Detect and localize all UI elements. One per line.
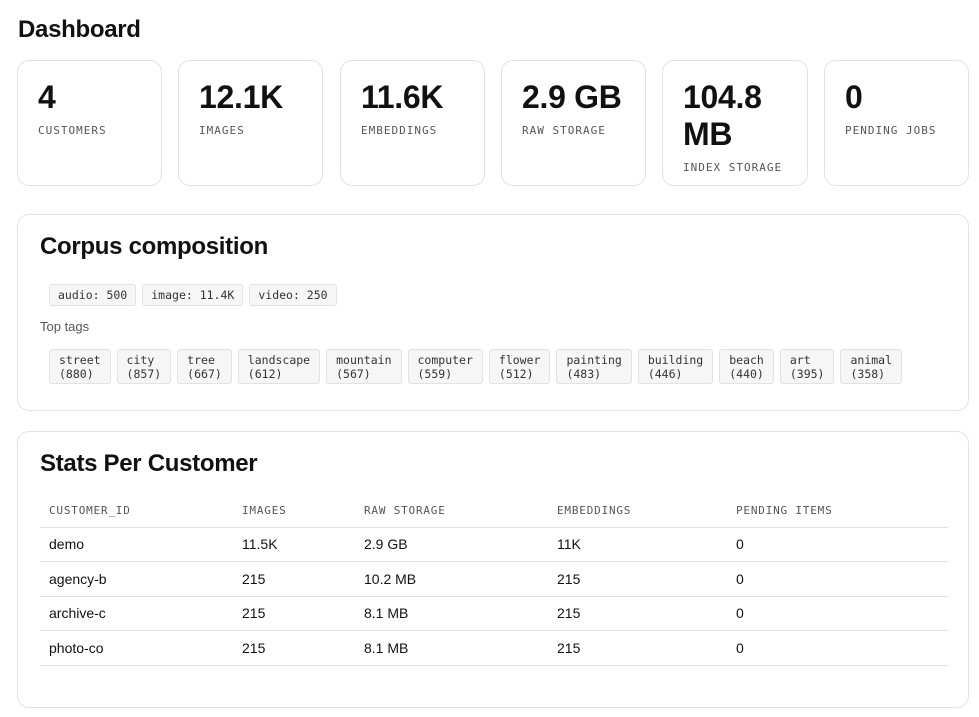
stat-label: PENDING JOBS [845,124,937,137]
corpus-composition-title: Corpus composition [40,233,268,260]
tag-name: city [126,353,155,367]
cell-customer-id: photo-co [40,630,233,666]
cell-pending-items: 0 [727,596,948,631]
column-header-raw-storage: RAW STORAGE [355,504,548,528]
tag-count: (880) [59,367,94,381]
stat-label: CUSTOMERS [38,124,107,137]
cell-pending-items: 0 [727,561,948,597]
tag-name: painting [566,353,622,367]
cell-raw-storage: 10.2 MB [355,561,548,597]
page-title: Dashboard [18,16,141,43]
cell-pending-items: 0 [727,527,948,562]
tag-chip: mountain (567) [326,349,402,384]
tag-count: (667) [187,367,222,381]
stat-card-pending-jobs: 0 PENDING JOBS [824,60,969,186]
table-row: archive-c 215 8.1 MB 215 0 [40,596,948,631]
stat-label: EMBEDDINGS [361,124,438,137]
stat-label: IMAGES [199,124,245,137]
cell-images: 215 [233,596,355,631]
cell-embeddings: 215 [548,596,727,631]
tag-chip: animal (358) [840,349,903,384]
tag-name: building [647,353,704,367]
media-kind-list: audio: 500 image: 11.4K video: 250 [49,284,337,306]
stat-value: 4 [38,79,56,115]
cell-embeddings: 215 [548,561,727,597]
column-header-images: IMAGES [233,504,355,528]
media-kind-chip-video: video: 250 [249,284,337,306]
table-header-row: CUSTOMER_ID IMAGES RAW STORAGE EMBEDDING… [40,504,948,528]
corpus-composition-panel: Corpus composition audio: 500 image: 11.… [17,214,969,411]
tag-name: animal [850,353,893,367]
tag-name: beach [729,353,764,367]
stat-value: 104.8 MB [683,79,762,152]
tag-name: street [59,353,101,367]
table-row: photo-co 215 8.1 MB 215 0 [40,630,948,666]
tag-count: (857) [126,367,162,381]
table-row: demo 11.5K 2.9 GB 11K 0 [40,527,948,562]
column-header-pending-items: PENDING ITEMS [727,504,948,528]
stats-per-customer-panel: Stats Per Customer CUSTOMER_ID IMAGES RA… [17,431,969,708]
tag-name: mountain [336,353,392,367]
table-row: agency-b 215 10.2 MB 215 0 [40,561,948,597]
tag-name: art [789,353,811,367]
tag-chip: beach (440) [719,349,774,384]
cell-images: 11.5K [233,527,355,562]
column-header-embeddings: EMBEDDINGS [548,504,727,528]
stat-value: 11.6K [361,79,444,115]
cell-customer-id: demo [40,527,233,562]
tag-chip: street (880) [49,349,111,384]
tag-chip: landscape (612) [237,349,321,384]
tag-name: flower [498,353,541,367]
stat-label: RAW STORAGE [522,124,606,137]
tag-name: landscape [247,353,311,367]
cell-raw-storage: 2.9 GB [355,527,548,562]
tag-name: computer [417,353,473,367]
stat-value: 0 [845,79,863,115]
cell-customer-id: archive-c [40,596,233,631]
media-kind-chip-image: image: 11.4K [142,284,244,306]
tag-count: (395) [789,367,825,381]
cell-embeddings: 11K [548,527,727,562]
media-kind-chip-audio: audio: 500 [49,284,137,306]
cell-raw-storage: 8.1 MB [355,630,548,666]
cell-customer-id: agency-b [40,561,233,597]
stat-value: 2.9 GB [522,79,622,115]
tag-chip: building (446) [637,349,714,384]
stat-card-raw-storage: 2.9 GB RAW STORAGE [501,60,646,186]
stat-card-embeddings: 11.6K EMBEDDINGS [340,60,485,186]
cell-images: 215 [233,561,355,597]
tag-count: (559) [417,367,453,381]
tag-name: tree [187,353,215,367]
column-header-customer-id: CUSTOMER_ID [40,504,233,528]
tag-count: (483) [566,367,602,381]
cell-images: 215 [233,630,355,666]
cell-raw-storage: 8.1 MB [355,596,548,631]
tag-chip: painting (483) [556,349,632,384]
stat-card-customers: 4 CUSTOMERS [17,60,162,186]
tag-count: (446) [647,367,683,381]
tag-chip: flower (512) [488,349,551,384]
top-tags-label: Top tags [40,319,90,334]
stat-card-images: 12.1K IMAGES [178,60,323,186]
cell-embeddings: 215 [548,630,727,666]
tag-chip: computer (559) [407,349,483,384]
tag-chip: art (395) [779,349,835,384]
top-tags-list: street (880) city (857) tree (667) landscap… [49,349,903,384]
stat-label: INDEX STORAGE [683,161,783,174]
customer-stats-table: CUSTOMER_ID IMAGES RAW STORAGE EMBEDDING… [40,504,948,666]
stat-value: 12.1K [199,79,283,115]
tag-chip: tree (667) [177,349,232,384]
tag-count: (440) [729,367,764,381]
cell-pending-items: 0 [727,630,948,666]
tag-chip: city (857) [116,349,172,384]
tag-count: (612) [247,367,283,381]
stat-card-index-storage: 104.8 MB INDEX STORAGE [662,60,808,186]
tag-count: (567) [336,367,371,381]
tag-count: (358) [850,367,886,381]
tag-count: (512) [498,367,534,381]
stats-per-customer-title: Stats Per Customer [40,450,258,477]
